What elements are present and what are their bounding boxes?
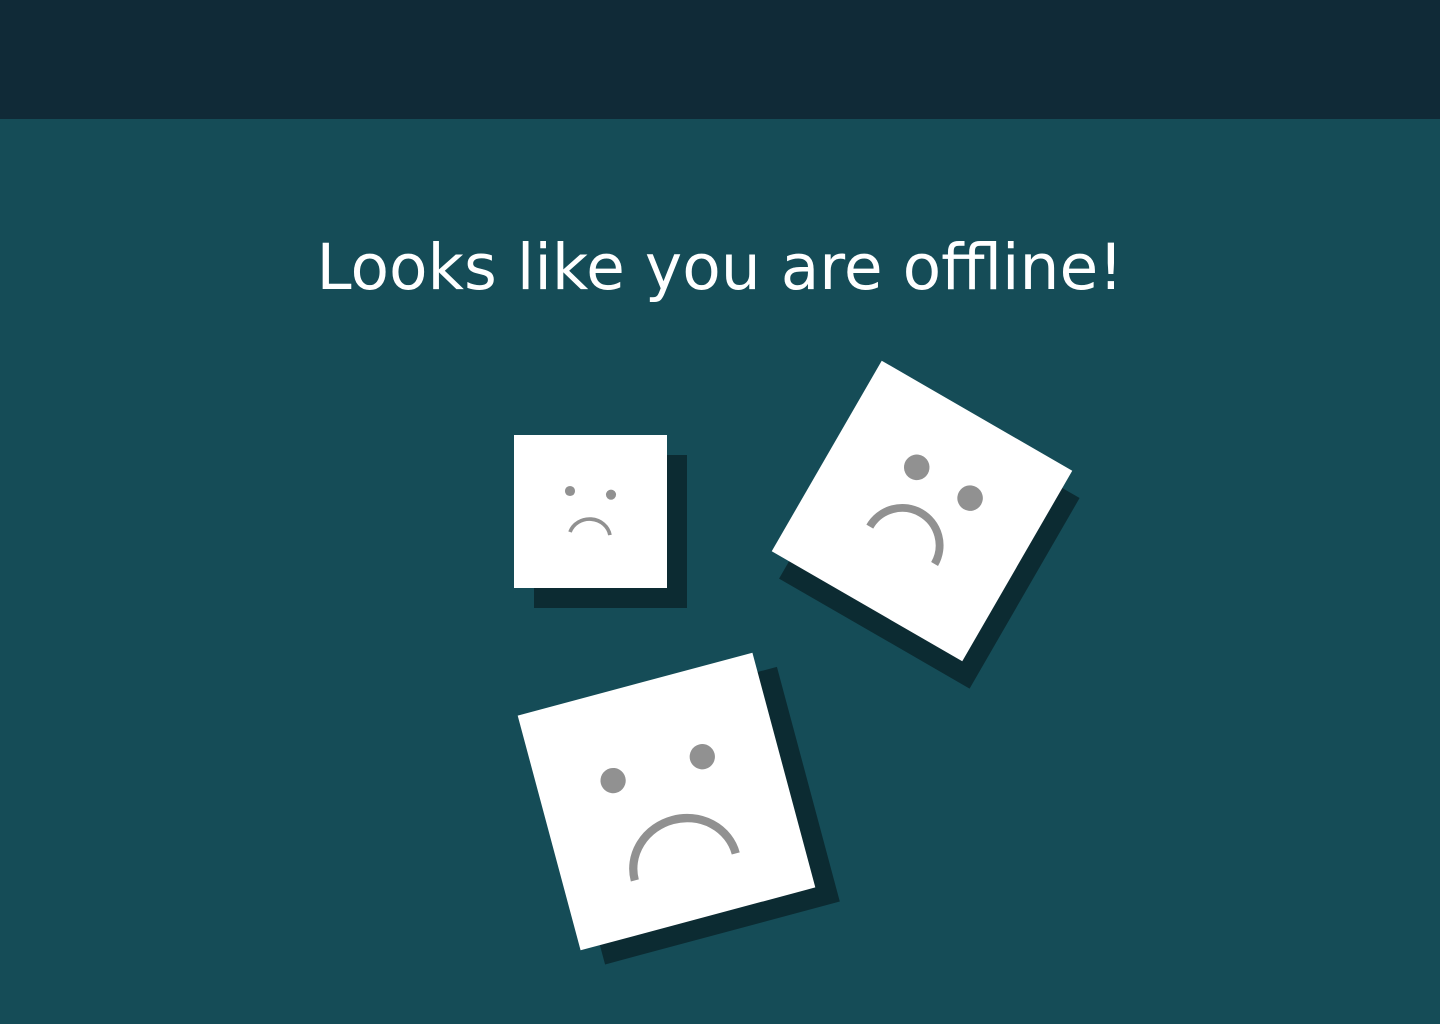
sad-face-tile-small <box>514 435 667 588</box>
offline-headline: Looks like you are offline! <box>316 231 1124 304</box>
sad-face-icon <box>564 485 617 536</box>
top-bar <box>0 0 1440 119</box>
